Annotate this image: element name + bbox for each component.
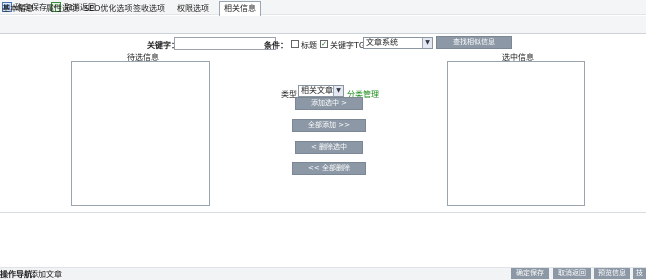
tab-related-info[interactable]: 相关信息	[219, 1, 261, 16]
status-preview-button[interactable]: 预览信息	[594, 268, 630, 279]
condition-label: 条件：	[264, 41, 288, 50]
candidate-listbox[interactable]	[71, 61, 210, 206]
type-select[interactable]: 相关文章 ▼	[298, 85, 344, 97]
tab-seo-options[interactable]: SEO优化选项	[84, 1, 132, 16]
add-selected-button[interactable]: 添加选中 >	[295, 97, 363, 110]
type-select-value: 相关文章	[301, 86, 333, 95]
status-extra-button[interactable]: 技	[633, 268, 646, 279]
chevron-down-icon: ▼	[333, 86, 343, 96]
remove-selected-button[interactable]: < 删除选中	[295, 141, 363, 154]
status-save-button[interactable]: 确定保存	[511, 268, 549, 279]
tab-bar	[0, 16, 646, 34]
title-checkbox[interactable]	[291, 40, 299, 48]
status-bar	[0, 267, 646, 280]
remove-all-button[interactable]: << 全部删除	[292, 162, 366, 175]
chevron-down-icon: ▼	[422, 38, 432, 48]
tab-attribute-options[interactable]: 属性选项	[46, 1, 78, 16]
tab-basic-info[interactable]: 基本信息	[2, 1, 34, 16]
tab-signoff-options[interactable]: 签收选项	[133, 1, 165, 16]
system-select-value: 文章系统	[366, 38, 398, 47]
tab-permission-options[interactable]: 权限选项	[177, 1, 209, 16]
selected-listbox[interactable]	[447, 61, 585, 206]
title-checkbox-label: 标题	[301, 41, 317, 50]
keyword-input[interactable]	[174, 37, 276, 50]
status-back-button[interactable]: 取消返回	[553, 268, 591, 279]
system-select[interactable]: 文章系统 ▼	[363, 37, 433, 49]
tag-checkbox[interactable]: ✓	[320, 40, 328, 48]
nav-value: 添加文章	[30, 270, 62, 279]
add-all-button[interactable]: 全部添加 >>	[292, 119, 366, 132]
search-similar-button[interactable]: 查找相似信息	[436, 36, 512, 49]
